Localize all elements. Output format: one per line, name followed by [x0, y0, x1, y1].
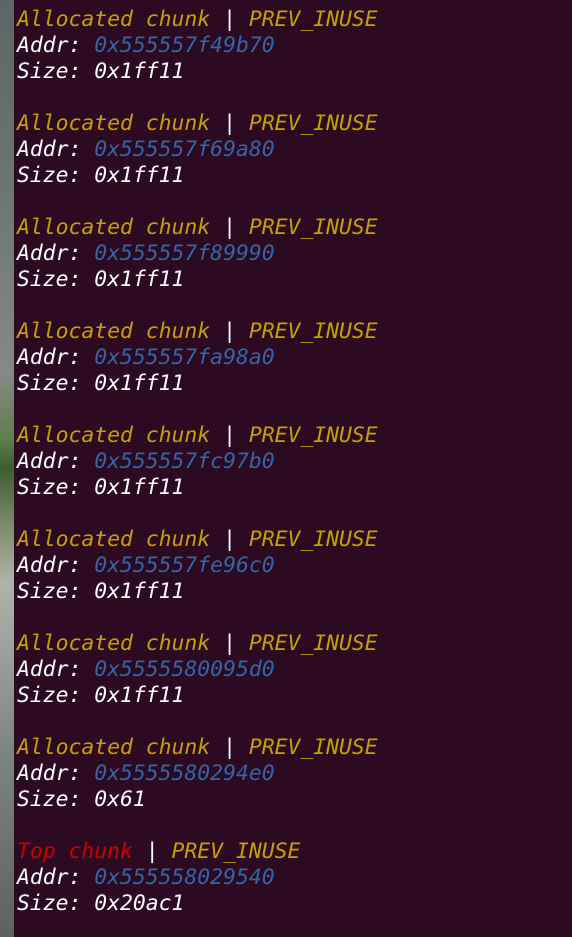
chunk-size-line: Size: 0x1ff11 — [17, 371, 184, 397]
chunk-size-line: Size: 0x1ff11 — [17, 475, 184, 501]
chunk-title: Allocated chunk — [17, 215, 211, 240]
chunk-size: 0x20ac1 — [94, 891, 185, 916]
size-label: Size: — [17, 163, 95, 188]
addr-label: Addr: — [17, 241, 95, 266]
top-chunk-header: Top chunk | PREV_INUSE — [17, 839, 300, 865]
chunk-addr: 0x555558029540 — [94, 865, 275, 890]
chunk-size-line: Size: 0x1ff11 — [17, 579, 184, 605]
addr-label: Addr: — [17, 449, 95, 474]
size-label: Size: — [17, 683, 95, 708]
chunk-header: Allocated chunk | PREV_INUSE — [17, 527, 378, 553]
chunk-size: 0x1ff11 — [94, 163, 185, 188]
chunk-header: Allocated chunk | PREV_INUSE — [17, 111, 378, 137]
chunk-header: Allocated chunk | PREV_INUSE — [17, 423, 378, 449]
chunk-header: Allocated chunk | PREV_INUSE — [17, 631, 378, 657]
terminal-output[interactable]: Allocated chunk | PREV_INUSE Addr: 0x555… — [14, 0, 572, 937]
addr-label: Addr: — [17, 553, 95, 578]
chunk-addr-line: Addr: 0x555558029540 — [17, 865, 275, 891]
chunk-size: 0x1ff11 — [94, 579, 185, 604]
separator: | — [210, 735, 249, 760]
chunk-flag: PREV_INUSE — [248, 111, 378, 136]
chunk-addr-line: Addr: 0x555557fa98a0 — [17, 345, 275, 371]
chunk-addr: 0x555557f89990 — [94, 241, 275, 266]
separator: | — [210, 7, 249, 32]
addr-label: Addr: — [17, 761, 95, 786]
chunk-addr: 0x5555580294e0 — [94, 761, 275, 786]
chunk-addr: 0x555557fc97b0 — [94, 449, 275, 474]
chunk-size-line: Size: 0x61 — [17, 787, 146, 813]
chunk-addr-line: Addr: 0x555557fc97b0 — [17, 449, 275, 475]
chunk-flag: PREV_INUSE — [248, 527, 378, 552]
chunk-size-line: Size: 0x20ac1 — [17, 891, 184, 917]
chunk-flag: PREV_INUSE — [248, 735, 378, 760]
separator: | — [210, 423, 249, 448]
chunk-flag: PREV_INUSE — [248, 215, 378, 240]
top-chunk-title: Top chunk — [17, 839, 133, 864]
chunk-addr-line: Addr: 0x5555580294e0 — [17, 761, 275, 787]
size-label: Size: — [17, 787, 95, 812]
addr-label: Addr: — [17, 865, 95, 890]
size-label: Size: — [17, 579, 95, 604]
chunk-size: 0x1ff11 — [94, 371, 185, 396]
separator: | — [210, 631, 249, 656]
chunk-flag: PREV_INUSE — [171, 839, 301, 864]
chunk-title: Allocated chunk — [17, 423, 211, 448]
chunk-flag: PREV_INUSE — [248, 7, 378, 32]
size-label: Size: — [17, 891, 95, 916]
separator: | — [210, 527, 249, 552]
desktop-background — [0, 0, 14, 937]
screen: Allocated chunk | PREV_INUSE Addr: 0x555… — [0, 0, 572, 937]
separator: | — [210, 319, 249, 344]
chunk-size: 0x1ff11 — [94, 59, 185, 84]
chunk-addr: 0x555557f49b70 — [94, 33, 275, 58]
chunk-addr-line: Addr: 0x555557f69a80 — [17, 137, 275, 163]
chunk-header: Allocated chunk | PREV_INUSE — [17, 7, 378, 33]
chunk-title: Allocated chunk — [17, 7, 211, 32]
addr-label: Addr: — [17, 657, 95, 682]
chunk-size: 0x61 — [94, 787, 146, 812]
chunk-size-line: Size: 0x1ff11 — [17, 59, 184, 85]
addr-label: Addr: — [17, 345, 95, 370]
chunk-size: 0x1ff11 — [94, 683, 185, 708]
separator: | — [210, 111, 249, 136]
chunk-flag: PREV_INUSE — [248, 423, 378, 448]
addr-label: Addr: — [17, 137, 95, 162]
chunk-size: 0x1ff11 — [94, 267, 185, 292]
chunk-addr-line: Addr: 0x555557f89990 — [17, 241, 275, 267]
chunk-addr: 0x555557fa98a0 — [94, 345, 275, 370]
size-label: Size: — [17, 59, 95, 84]
chunk-header: Allocated chunk | PREV_INUSE — [17, 319, 378, 345]
chunk-size-line: Size: 0x1ff11 — [17, 163, 184, 189]
chunk-title: Allocated chunk — [17, 735, 211, 760]
chunk-title: Allocated chunk — [17, 319, 211, 344]
chunk-addr-line: Addr: 0x555557f49b70 — [17, 33, 275, 59]
chunk-size-line: Size: 0x1ff11 — [17, 267, 184, 293]
chunk-flag: PREV_INUSE — [248, 631, 378, 656]
separator: | — [210, 215, 249, 240]
size-label: Size: — [17, 371, 95, 396]
chunk-header: Allocated chunk | PREV_INUSE — [17, 215, 378, 241]
chunk-flag: PREV_INUSE — [248, 319, 378, 344]
chunk-addr: 0x5555580095d0 — [94, 657, 275, 682]
separator: | — [132, 839, 172, 864]
chunk-size: 0x1ff11 — [94, 475, 185, 500]
chunk-title: Allocated chunk — [17, 111, 211, 136]
chunk-size-line: Size: 0x1ff11 — [17, 683, 184, 709]
size-label: Size: — [17, 475, 95, 500]
chunk-addr-line: Addr: 0x5555580095d0 — [17, 657, 275, 683]
chunk-title: Allocated chunk — [17, 631, 211, 656]
chunk-header: Allocated chunk | PREV_INUSE — [17, 735, 378, 761]
addr-label: Addr: — [17, 33, 95, 58]
size-label: Size: — [17, 267, 95, 292]
chunk-addr: 0x555557fe96c0 — [94, 553, 275, 578]
chunk-addr: 0x555557f69a80 — [94, 137, 275, 162]
chunk-addr-line: Addr: 0x555557fe96c0 — [17, 553, 275, 579]
chunk-title: Allocated chunk — [17, 527, 211, 552]
